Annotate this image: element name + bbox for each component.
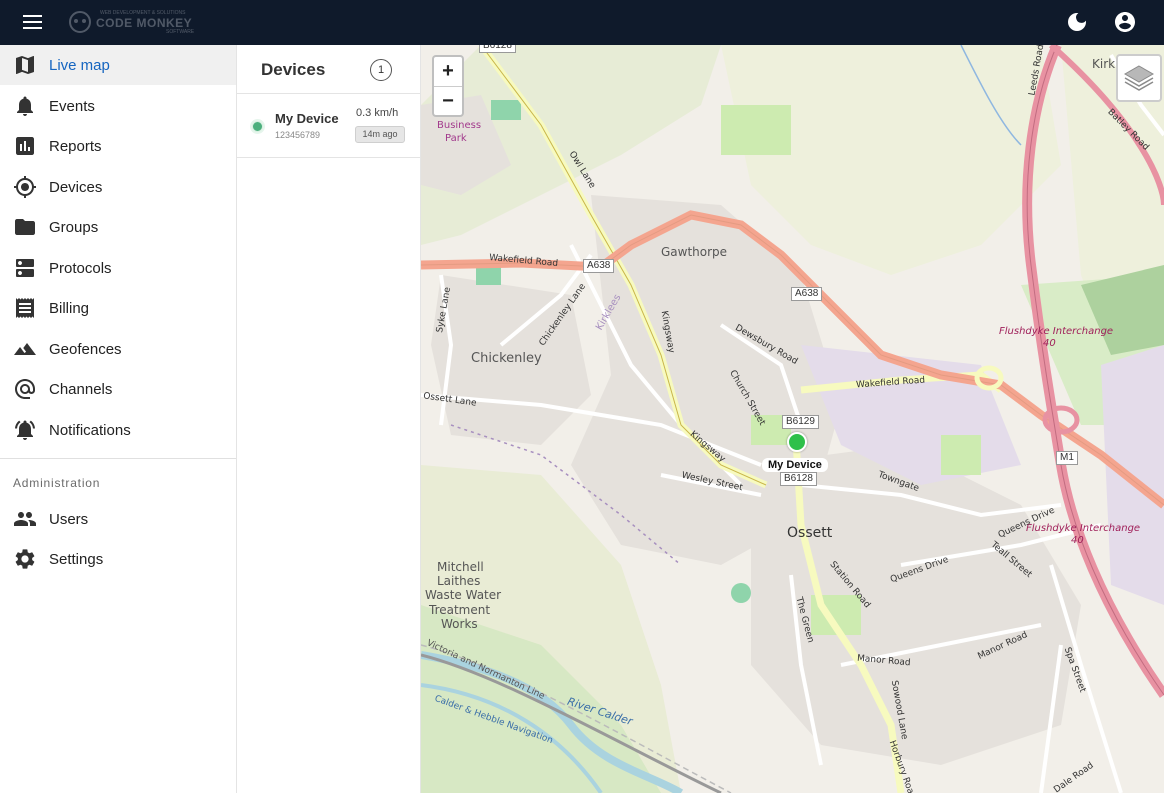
zoom-out-button[interactable]: −	[434, 87, 462, 116]
bell-icon	[13, 94, 37, 118]
notification-bell-icon	[13, 418, 37, 442]
devices-panel: Devices 1 My Device 123456789 0.3 km/h 1…	[237, 45, 421, 793]
sidebar: Live map Events Reports Devices Groups P…	[0, 45, 237, 793]
at-sign-icon	[13, 377, 37, 401]
administration-heading: Administration	[13, 476, 101, 490]
sidebar-item-label: Settings	[49, 551, 104, 568]
device-name: My Device	[275, 111, 339, 126]
status-dot-icon	[252, 121, 263, 132]
terrain-icon	[13, 337, 37, 361]
sidebar-item-devices[interactable]: Devices	[0, 167, 236, 207]
menu-icon[interactable]	[20, 11, 46, 33]
road-shield: B6128	[479, 45, 516, 53]
sidebar-item-live-map[interactable]: Live map	[0, 45, 236, 85]
sidebar-item-label: Reports	[49, 138, 102, 155]
sidebar-item-users[interactable]: Users	[0, 499, 236, 539]
road-shield: A638	[583, 259, 615, 273]
live-map[interactable]: Ossett Gawthorpe Chickenley Kirk Flushdy…	[421, 45, 1164, 793]
bar-chart-icon	[13, 134, 37, 158]
top-app-bar: WEB DEVELOPMENT & SOLUTIONS CODE MONKEY …	[0, 0, 1164, 45]
sidebar-item-label: Groups	[49, 219, 99, 236]
dark-mode-moon-icon[interactable]	[1065, 10, 1089, 34]
device-last-update-badge: 14m ago	[355, 126, 405, 143]
sidebar-divider	[0, 458, 236, 459]
sidebar-item-geofences[interactable]: Geofences	[0, 329, 236, 369]
sidebar-item-label: Billing	[49, 300, 90, 317]
sidebar-item-channels[interactable]: Channels	[0, 369, 236, 409]
sidebar-item-settings[interactable]: Settings	[0, 539, 236, 579]
device-marker-label: My Device	[762, 458, 828, 472]
sidebar-item-label: Devices	[49, 179, 103, 196]
sidebar-item-label: Events	[49, 98, 95, 115]
gear-icon	[13, 547, 37, 571]
sidebar-item-label: Live map	[49, 57, 110, 74]
account-circle-icon[interactable]	[1113, 10, 1137, 34]
sidebar-item-protocols[interactable]: Protocols	[0, 248, 236, 288]
sidebar-item-reports[interactable]: Reports	[0, 126, 236, 166]
layers-icon	[1123, 65, 1155, 91]
sidebar-item-label: Geofences	[49, 341, 122, 358]
sidebar-item-label: Protocols	[49, 260, 112, 277]
divider	[237, 157, 420, 158]
sidebar-item-label: Users	[49, 511, 89, 528]
device-identifier: 123456789	[275, 130, 321, 140]
layers-button[interactable]	[1116, 54, 1162, 102]
zoom-control: + −	[432, 55, 464, 117]
road-shield: M1	[1056, 451, 1078, 465]
device-list-item[interactable]: My Device 123456789 0.3 km/h 14m ago	[237, 94, 420, 157]
road-shield: B6129	[782, 415, 819, 429]
sidebar-item-groups[interactable]: Groups	[0, 207, 236, 247]
dns-icon	[13, 256, 37, 280]
folder-icon	[13, 215, 37, 239]
map-icon	[13, 53, 37, 77]
people-icon	[13, 507, 37, 531]
brand-logo: WEB DEVELOPMENT & SOLUTIONS CODE MONKEY …	[66, 9, 194, 35]
gps-target-icon	[13, 175, 37, 199]
devices-title: Devices	[261, 60, 326, 79]
sidebar-item-events[interactable]: Events	[0, 86, 236, 126]
device-speed: 0.3 km/h	[356, 107, 399, 119]
sidebar-item-billing[interactable]: Billing	[0, 288, 236, 328]
device-marker[interactable]	[787, 432, 807, 452]
sidebar-item-label: Channels	[49, 381, 113, 398]
sidebar-item-label: Notifications	[49, 422, 131, 439]
zoom-in-button[interactable]: +	[434, 57, 462, 86]
sidebar-item-notifications[interactable]: Notifications	[0, 410, 236, 450]
devices-count-badge: 1	[370, 59, 392, 81]
road-shield: B6128	[780, 472, 817, 486]
road-shield: A638	[791, 287, 823, 301]
receipt-icon	[13, 296, 37, 320]
